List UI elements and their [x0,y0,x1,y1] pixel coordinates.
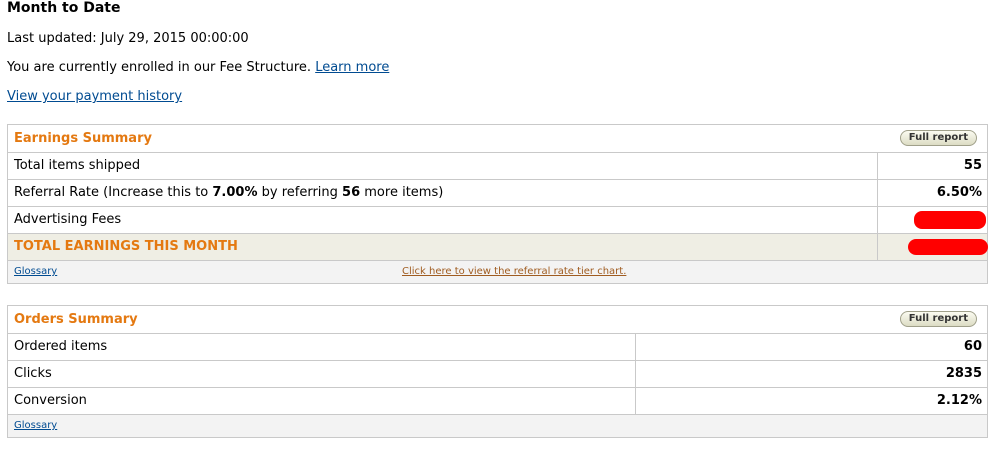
advertising-fees-label: Advertising Fees [14,212,122,227]
earnings-summary-panel: Earnings Summary Full report Total items… [7,124,988,284]
redaction-mark [914,211,986,229]
column-divider [635,334,636,360]
ordered-items-value: 60 [963,339,982,354]
earnings-summary-footer: Glossary Click here to view the referral… [8,261,987,283]
referral-rate-value: 6.50% [936,185,982,200]
orders-summary-footer: Glossary [8,415,987,437]
ordered-items-label: Ordered items [14,339,108,354]
orders-full-report-button[interactable]: Full report [899,311,977,327]
enrollment-text: You are currently enrolled in our Fee St… [7,60,312,75]
referral-target-rate: 7.00% [212,185,258,200]
referral-rate-mid: by referring [257,185,343,200]
total-earnings-label: TOTAL EARNINGS THIS MONTH [14,239,238,254]
items-shipped-value: 55 [963,158,982,173]
orders-row-conversion: Conversion 2.12% [8,388,987,415]
redaction-mark [908,239,988,255]
referral-items-needed: 56 [342,185,361,200]
clicks-value: 2835 [945,366,982,381]
earnings-glossary-link[interactable]: Glossary [14,266,57,277]
orders-row-clicks: Clicks 2835 [8,361,987,388]
earnings-summary-header: Earnings Summary Full report [8,125,987,153]
conversion-label: Conversion [14,393,87,408]
earnings-summary-title: Earnings Summary [14,131,152,146]
column-divider [635,361,636,387]
column-divider [877,234,878,260]
earnings-full-report-button[interactable]: Full report [899,130,977,146]
orders-summary-header: Orders Summary Full report [8,306,987,334]
referral-rate-label: Referral Rate (Increase this to 7.00% by… [14,185,443,200]
page-title: Month to Date [7,0,121,16]
enrollment-line: You are currently enrolled in our Fee St… [7,60,389,75]
payment-history-link[interactable]: View your payment history [7,89,182,104]
orders-row-ordered-items: Ordered items 60 [8,334,987,361]
items-shipped-label: Total items shipped [14,158,141,173]
column-divider [877,153,878,179]
column-divider [877,180,878,206]
learn-more-link[interactable]: Learn more [315,60,389,75]
earnings-row-advertising-fees: Advertising Fees [8,207,987,234]
referral-rate-prefix: Referral Rate (Increase this to [14,185,213,200]
last-updated: Last updated: July 29, 2015 00:00:00 [7,31,249,46]
earnings-row-total: TOTAL EARNINGS THIS MONTH [8,234,988,261]
column-divider [877,207,878,233]
orders-glossary-link[interactable]: Glossary [14,420,57,431]
clicks-label: Clicks [14,366,52,381]
earnings-row-items-shipped: Total items shipped 55 [8,153,987,180]
orders-summary-title: Orders Summary [14,312,138,327]
column-divider [635,388,636,414]
referral-rate-suffix: more items) [360,185,444,200]
tier-chart-link[interactable]: Click here to view the referral rate tie… [402,266,626,277]
earnings-row-referral-rate: Referral Rate (Increase this to 7.00% by… [8,180,987,207]
payment-history-line: View your payment history [7,89,182,104]
orders-summary-panel: Orders Summary Full report Ordered items… [7,305,988,438]
conversion-value: 2.12% [936,393,982,408]
